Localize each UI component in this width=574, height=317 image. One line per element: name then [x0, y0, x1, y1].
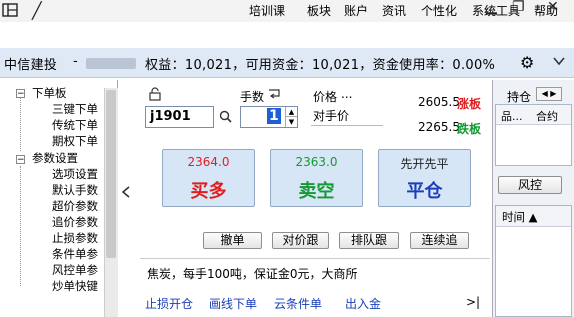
divider [140, 258, 490, 259]
draw-line-icon[interactable]: ╱ [32, 2, 42, 20]
tree-item-overprice[interactable]: 超价参数 [52, 198, 98, 214]
col-product[interactable]: 品... [501, 108, 523, 124]
menu-personalize[interactable]: 个性化 [421, 3, 457, 19]
restore-icon[interactable]: ❐ [512, 0, 525, 15]
sell-label: 卖空 [298, 181, 335, 202]
queue-follow-button[interactable]: 排队跟 [339, 232, 399, 249]
expander-icon[interactable]: − [16, 89, 25, 99]
price-options-button[interactable]: ... [341, 87, 352, 101]
price-label: 价格 [313, 90, 338, 104]
expander-icon[interactable]: − [16, 155, 25, 165]
contract-code: j1901 [150, 109, 191, 124]
tab-positions[interactable]: 持仓 [507, 88, 531, 105]
tree-group-parameters[interactable]: 参数设置 [32, 150, 78, 166]
tree-group-order-board[interactable]: 下单板 [32, 85, 67, 101]
expand-right-icon[interactable]: >| [466, 295, 480, 309]
masked-account-id [86, 58, 136, 69]
menu-training[interactable]: 培训课 [249, 3, 285, 19]
qty-stepper[interactable]: 1 ▲ ▼ [240, 106, 298, 128]
link-draw-line-order[interactable]: 画线下单 [209, 295, 257, 312]
positions-table: 品... 合约 [495, 104, 572, 166]
qty-reset-icon[interactable] [267, 88, 281, 103]
limit-down-label: 跌板 [457, 122, 482, 136]
link-funds-transfer[interactable]: 出入金 [345, 295, 381, 312]
buy-price: 2364.0 [187, 155, 230, 169]
tree-item-risk-control[interactable]: 风控单参 [52, 262, 98, 278]
col-time[interactable]: 时间 ▲ [502, 209, 538, 225]
contract-info: 焦炭，每手100吨，保证金0元，大商所 [147, 267, 358, 281]
tab-scroll-arrows[interactable]: ◀ ▶ [536, 87, 562, 101]
tree-connector [20, 96, 21, 151]
minimize-icon[interactable]: ▁ [486, 0, 497, 15]
qty-up-icon[interactable]: ▲ [285, 107, 297, 117]
account-separator: - [73, 54, 78, 69]
menu-news[interactable]: 资讯 [382, 3, 406, 19]
gear-icon[interactable]: ⚙ [520, 53, 534, 72]
qty-value[interactable]: 1 [267, 108, 281, 124]
col-contract[interactable]: 合约 [536, 108, 558, 124]
tree-scrollbar-thumb[interactable] [106, 90, 116, 258]
contract-input[interactable]: j1901 [145, 106, 214, 128]
lock-icon[interactable] [149, 87, 161, 104]
menu-bar: ╱ 培训课 板块 账户 资讯 个性化 系统工具 帮助 ▁ ❐ ✕ [0, 0, 574, 22]
search-icon[interactable] [219, 110, 232, 126]
chevron-down-icon[interactable] [552, 54, 566, 72]
tree-item-default-qty[interactable]: 默认手数 [52, 182, 98, 198]
risk-control-button[interactable]: 风控 [498, 176, 562, 194]
tree-item-classic-order[interactable]: 传统下单 [52, 117, 98, 133]
account-bar: 中信建投 - 权益：10,021，可用资金：10,021，资金使用率：0.00%… [0, 48, 574, 78]
tree-item-three-key-order[interactable]: 三键下单 [52, 101, 98, 117]
tree-item-conditional[interactable]: 条件单参 [52, 246, 98, 262]
buy-long-button[interactable]: 2364.0 买多 [162, 149, 255, 207]
close-position-button[interactable]: 先开先平 平仓 [378, 149, 471, 207]
time-table: 时间 ▲ [495, 205, 572, 317]
tree-item-stop-loss[interactable]: 止损参数 [52, 230, 98, 246]
link-cloud-conditional[interactable]: 云条件单 [274, 295, 322, 312]
account-summary: 权益：10,021，可用资金：10,021，资金使用率：0.00% [145, 58, 496, 73]
continuous-chase-button[interactable]: 连续追 [410, 232, 469, 249]
close-icon[interactable]: ✕ [547, 0, 559, 15]
cancel-order-button[interactable]: 撤单 [203, 232, 262, 249]
close-mode: 先开先平 [400, 157, 449, 171]
price-divider [311, 125, 383, 126]
qty-label: 手数 [240, 90, 265, 104]
limit-down-price: 2265.5 [418, 120, 460, 134]
follow-opposite-button[interactable]: 对价跟 [272, 232, 329, 249]
limit-up-price: 2605.5 [418, 95, 460, 109]
link-stop-loss-open[interactable]: 止损开仓 [145, 295, 193, 312]
close-label: 平仓 [406, 181, 443, 202]
layout-grid-icon[interactable] [2, 2, 18, 22]
menu-sector[interactable]: 板块 [307, 3, 331, 19]
broker-name: 中信建投 [4, 58, 58, 73]
sell-price: 2363.0 [295, 155, 338, 169]
tree-item-hotkeys[interactable]: 炒单快键 [52, 278, 98, 294]
buy-label: 买多 [190, 181, 227, 202]
tree-item-option-order[interactable]: 期权下单 [52, 133, 98, 149]
sell-short-button[interactable]: 2363.0 卖空 [270, 149, 363, 207]
qty-down-icon[interactable]: ▼ [285, 117, 297, 127]
price-type-value[interactable]: 对手价 [313, 107, 349, 124]
menu-account[interactable]: 账户 [344, 3, 368, 19]
collapse-left-icon[interactable] [121, 185, 131, 203]
limit-up-label: 涨板 [457, 97, 482, 111]
tree-connector [20, 166, 21, 286]
tree-item-chase-price[interactable]: 追价参数 [52, 214, 98, 230]
tree-item-options[interactable]: 选项设置 [52, 166, 98, 182]
